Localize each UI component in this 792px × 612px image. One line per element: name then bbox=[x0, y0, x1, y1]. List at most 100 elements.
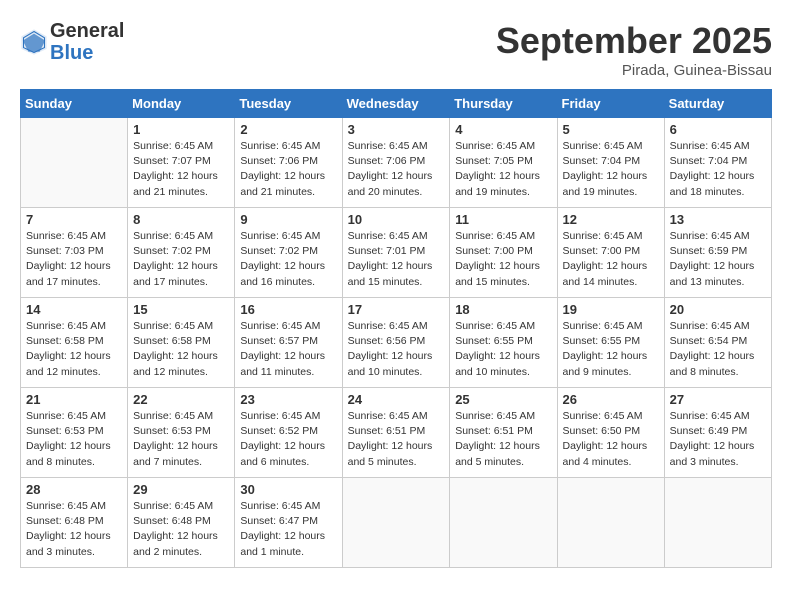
table-row: 13Sunrise: 6:45 AMSunset: 6:59 PMDayligh… bbox=[664, 208, 771, 298]
table-row: 30 Sunrise: 6:45 AMSunset: 6:47 PMDayligh… bbox=[235, 478, 342, 568]
day-number: 11 bbox=[455, 212, 551, 227]
table-row: 5 Sunrise: 6:45 AMSunset: 7:04 PMDaylight… bbox=[557, 118, 664, 208]
day-number: 30 bbox=[240, 482, 336, 497]
header-tuesday: Tuesday bbox=[235, 90, 342, 118]
table-row: 6 Sunrise: 6:45 AMSunset: 7:04 PMDaylight… bbox=[664, 118, 771, 208]
day-info: Sunrise: 6:45 AMSunset: 6:49 PMDaylight:… bbox=[670, 409, 766, 470]
table-row: 22 Sunrise: 6:45 AMSunset: 6:53 PMDayligh… bbox=[128, 388, 235, 478]
day-info: Sunrise: 6:45 AMSunset: 7:07 PMDaylight:… bbox=[133, 139, 229, 200]
table-row: 20 Sunrise: 6:45 AMSunset: 6:54 PMDayligh… bbox=[664, 298, 771, 388]
table-row bbox=[450, 478, 557, 568]
table-row: 14 Sunrise: 6:45 AMSunset: 6:58 PMDayligh… bbox=[21, 298, 128, 388]
day-number: 19 bbox=[563, 302, 659, 317]
weekday-header-row: Sunday Monday Tuesday Wednesday Thursday… bbox=[21, 90, 772, 118]
table-row: 21 Sunrise: 6:45 AMSunset: 6:53 PMDayligh… bbox=[21, 388, 128, 478]
table-row: 16 Sunrise: 6:45 AMSunset: 6:57 PMDayligh… bbox=[235, 298, 342, 388]
day-number: 10 bbox=[348, 212, 445, 227]
day-number: 17 bbox=[348, 302, 445, 317]
day-number: 12 bbox=[563, 212, 659, 227]
day-info: Sunrise: 6:45 AMSunset: 7:01 PMDaylight:… bbox=[348, 229, 445, 290]
header-friday: Friday bbox=[557, 90, 664, 118]
logo-general: General bbox=[50, 20, 124, 42]
day-number: 25 bbox=[455, 392, 551, 407]
table-row: 25 Sunrise: 6:45 AMSunset: 6:51 PMDayligh… bbox=[450, 388, 557, 478]
page-header: General Blue September 2025 Pirada, Guin… bbox=[20, 20, 772, 79]
day-number: 5 bbox=[563, 122, 659, 137]
day-number: 15 bbox=[133, 302, 229, 317]
table-row bbox=[664, 478, 771, 568]
day-number: 28 bbox=[26, 482, 122, 497]
table-row: 12Sunrise: 6:45 AMSunset: 7:00 PMDayligh… bbox=[557, 208, 664, 298]
table-row: 18Sunrise: 6:45 AMSunset: 6:55 PMDayligh… bbox=[450, 298, 557, 388]
table-row: 15 Sunrise: 6:45 AMSunset: 6:58 PMDayligh… bbox=[128, 298, 235, 388]
day-info: Sunrise: 6:45 AMSunset: 7:03 PMDaylight:… bbox=[26, 229, 122, 290]
calendar: Sunday Monday Tuesday Wednesday Thursday… bbox=[20, 89, 772, 568]
day-number: 6 bbox=[670, 122, 766, 137]
table-row: 3 Sunrise: 6:45 AMSunset: 7:06 PMDaylight… bbox=[342, 118, 450, 208]
table-row: 9 Sunrise: 6:45 AMSunset: 7:02 PMDaylight… bbox=[235, 208, 342, 298]
logo-icon bbox=[20, 28, 48, 56]
day-info: Sunrise: 6:45 AMSunset: 6:58 PMDaylight:… bbox=[26, 319, 122, 380]
day-number: 24 bbox=[348, 392, 445, 407]
day-number: 7 bbox=[26, 212, 122, 227]
day-info: Sunrise: 6:45 AMSunset: 6:53 PMDaylight:… bbox=[133, 409, 229, 470]
day-number: 21 bbox=[26, 392, 122, 407]
table-row bbox=[342, 478, 450, 568]
calendar-week-row: 28Sunrise: 6:45 AMSunset: 6:48 PMDayligh… bbox=[21, 478, 772, 568]
day-number: 22 bbox=[133, 392, 229, 407]
table-row: 28Sunrise: 6:45 AMSunset: 6:48 PMDayligh… bbox=[21, 478, 128, 568]
header-sunday: Sunday bbox=[21, 90, 128, 118]
day-number: 2 bbox=[240, 122, 336, 137]
day-number: 3 bbox=[348, 122, 445, 137]
table-row: 19Sunrise: 6:45 AMSunset: 6:55 PMDayligh… bbox=[557, 298, 664, 388]
day-info: Sunrise: 6:45 AMSunset: 7:02 PMDaylight:… bbox=[133, 229, 229, 290]
day-number: 27 bbox=[670, 392, 766, 407]
day-info: Sunrise: 6:45 AMSunset: 6:56 PMDaylight:… bbox=[348, 319, 445, 380]
logo: General Blue bbox=[20, 20, 124, 64]
day-info: Sunrise: 6:45 AMSunset: 7:05 PMDaylight:… bbox=[455, 139, 551, 200]
day-info: Sunrise: 6:45 AMSunset: 6:47 PMDaylight:… bbox=[240, 499, 336, 560]
day-info: Sunrise: 6:45 AMSunset: 6:57 PMDaylight:… bbox=[240, 319, 336, 380]
header-wednesday: Wednesday bbox=[342, 90, 450, 118]
day-number: 1 bbox=[133, 122, 229, 137]
day-number: 9 bbox=[240, 212, 336, 227]
day-info: Sunrise: 6:45 AMSunset: 6:50 PMDaylight:… bbox=[563, 409, 659, 470]
day-number: 4 bbox=[455, 122, 551, 137]
day-info: Sunrise: 6:45 AMSunset: 6:52 PMDaylight:… bbox=[240, 409, 336, 470]
day-info: Sunrise: 6:45 AMSunset: 7:04 PMDaylight:… bbox=[670, 139, 766, 200]
day-info: Sunrise: 6:45 AMSunset: 7:00 PMDaylight:… bbox=[455, 229, 551, 290]
calendar-week-row: 21 Sunrise: 6:45 AMSunset: 6:53 PMDayligh… bbox=[21, 388, 772, 478]
day-info: Sunrise: 6:45 AMSunset: 7:04 PMDaylight:… bbox=[563, 139, 659, 200]
day-info: Sunrise: 6:45 AMSunset: 6:51 PMDaylight:… bbox=[455, 409, 551, 470]
header-saturday: Saturday bbox=[664, 90, 771, 118]
day-number: 26 bbox=[563, 392, 659, 407]
day-info: Sunrise: 6:45 AMSunset: 6:53 PMDaylight:… bbox=[26, 409, 122, 470]
day-info: Sunrise: 6:45 AMSunset: 6:59 PMDaylight:… bbox=[670, 229, 766, 290]
day-number: 16 bbox=[240, 302, 336, 317]
day-info: Sunrise: 6:45 AMSunset: 7:02 PMDaylight:… bbox=[240, 229, 336, 290]
day-info: Sunrise: 6:45 AMSunset: 6:58 PMDaylight:… bbox=[133, 319, 229, 380]
day-number: 14 bbox=[26, 302, 122, 317]
table-row: 8Sunrise: 6:45 AMSunset: 7:02 PMDaylight… bbox=[128, 208, 235, 298]
calendar-week-row: 1 Sunrise: 6:45 AMSunset: 7:07 PMDaylight… bbox=[21, 118, 772, 208]
table-row: 2Sunrise: 6:45 AMSunset: 7:06 PMDaylight… bbox=[235, 118, 342, 208]
day-info: Sunrise: 6:45 AMSunset: 6:54 PMDaylight:… bbox=[670, 319, 766, 380]
table-row: 24Sunrise: 6:45 AMSunset: 6:51 PMDayligh… bbox=[342, 388, 450, 478]
logo-blue: Blue bbox=[50, 42, 124, 64]
table-row: 26 Sunrise: 6:45 AMSunset: 6:50 PMDayligh… bbox=[557, 388, 664, 478]
day-number: 20 bbox=[670, 302, 766, 317]
calendar-week-row: 14 Sunrise: 6:45 AMSunset: 6:58 PMDayligh… bbox=[21, 298, 772, 388]
table-row: 29Sunrise: 6:45 AMSunset: 6:48 PMDayligh… bbox=[128, 478, 235, 568]
table-row: 17 Sunrise: 6:45 AMSunset: 6:56 PMDayligh… bbox=[342, 298, 450, 388]
day-number: 29 bbox=[133, 482, 229, 497]
month-title: September 2025 bbox=[496, 20, 772, 62]
table-row bbox=[557, 478, 664, 568]
title-block: September 2025 Pirada, Guinea-Bissau bbox=[496, 20, 772, 79]
table-row: 4 Sunrise: 6:45 AMSunset: 7:05 PMDaylight… bbox=[450, 118, 557, 208]
day-info: Sunrise: 6:45 AMSunset: 7:06 PMDaylight:… bbox=[348, 139, 445, 200]
table-row: 27 Sunrise: 6:45 AMSunset: 6:49 PMDayligh… bbox=[664, 388, 771, 478]
table-row: 11 Sunrise: 6:45 AMSunset: 7:00 PMDayligh… bbox=[450, 208, 557, 298]
table-row: 10 Sunrise: 6:45 AMSunset: 7:01 PMDayligh… bbox=[342, 208, 450, 298]
header-monday: Monday bbox=[128, 90, 235, 118]
table-row bbox=[21, 118, 128, 208]
